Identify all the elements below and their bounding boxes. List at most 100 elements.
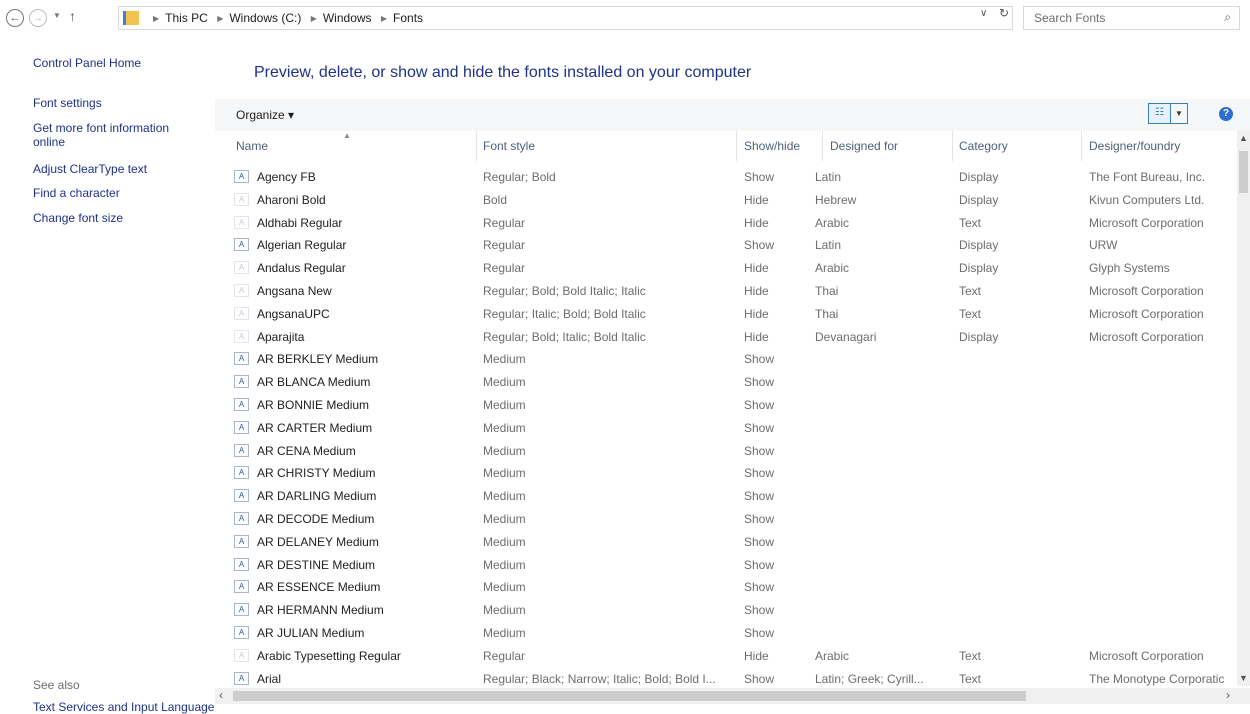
font-row[interactable]: A AR ESSENCE Medium Medium Show — [215, 576, 1237, 599]
column-header-category[interactable]: Category — [959, 139, 1008, 153]
column-header-designer[interactable]: Designer/foundry — [1089, 139, 1180, 153]
font-row[interactable]: A AR BERKLEY Medium Medium Show — [215, 348, 1237, 371]
font-style: Regular — [483, 215, 526, 230]
column-divider[interactable] — [952, 131, 953, 161]
page-heading: Preview, delete, or show and hide the fo… — [254, 64, 752, 81]
scroll-up-icon[interactable]: ▲ — [1239, 133, 1248, 143]
column-header-font-style[interactable]: Font style — [483, 139, 535, 153]
horizontal-scroll-thumb[interactable] — [233, 691, 1026, 701]
scroll-right-icon[interactable]: › — [1226, 688, 1230, 702]
scroll-down-icon[interactable]: ▼ — [1239, 673, 1248, 683]
font-row[interactable]: A AR DARLING Medium Medium Show — [215, 485, 1237, 508]
font-name: AR DESTINE Medium — [257, 557, 376, 572]
breadcrumb-item[interactable]: Windows — [323, 11, 372, 25]
breadcrumb-item[interactable]: Fonts — [393, 11, 423, 25]
font-row[interactable]: A Andalus Regular Regular Hide Arabic Display… — [215, 257, 1237, 280]
forward-arrow-icon[interactable]: → — [29, 9, 47, 27]
search-icon[interactable]: ⌕ — [1224, 10, 1231, 25]
show-hide-status: Show — [744, 420, 775, 435]
font-row[interactable]: A AR JULIAN Medium Medium Show — [215, 622, 1237, 645]
font-name: Aparajita — [257, 329, 305, 344]
command-bar: Organize ▾ ☷ ▼ ? — [215, 99, 1250, 131]
show-hide-status: Show — [744, 534, 775, 549]
font-name: AR ESSENCE Medium — [257, 580, 381, 595]
adjust-cleartype-link[interactable]: Adjust ClearType text — [33, 162, 147, 176]
show-hide-status: Show — [744, 397, 775, 412]
show-hide-status: Hide — [744, 215, 769, 230]
font-row[interactable]: A AR BLANCA Medium Medium Show — [215, 371, 1237, 394]
column-header-show-hide[interactable]: Show/hide — [744, 139, 800, 153]
font-style: Medium — [483, 397, 526, 412]
show-hide-status: Hide — [744, 329, 769, 344]
font-file-icon: A — [234, 420, 249, 434]
font-row[interactable]: A AR DELANEY Medium Medium Show — [215, 531, 1237, 554]
recent-locations-dropdown-icon[interactable]: ▼ — [53, 11, 61, 20]
font-style: Medium — [483, 603, 526, 618]
font-designer: URW — [1089, 238, 1118, 253]
search-placeholder: Search Fonts — [1034, 11, 1106, 25]
help-icon[interactable]: ? — [1219, 107, 1233, 121]
font-row[interactable]: A AR CENA Medium Medium Show — [215, 440, 1237, 463]
show-hide-status: Show — [744, 352, 775, 367]
font-file-icon: A — [234, 261, 249, 275]
breadcrumb-separator-icon[interactable]: ▶ — [311, 14, 317, 23]
column-divider[interactable] — [1081, 131, 1082, 161]
vertical-scroll-thumb[interactable] — [1239, 151, 1248, 193]
font-row[interactable]: A AR HERMANN Medium Medium Show — [215, 599, 1237, 622]
column-divider[interactable] — [476, 131, 477, 161]
font-row[interactable]: A Aldhabi Regular Regular Hide Arabic Text Mic… — [215, 212, 1237, 235]
change-font-size-link[interactable]: Change font size — [33, 211, 123, 225]
more-font-info-link[interactable]: Get more font information online — [33, 121, 203, 149]
font-row[interactable]: A Agency FB Regular; Bold Show Latin Display T… — [215, 166, 1237, 189]
control-panel-home-link[interactable]: Control Panel Home — [33, 56, 141, 70]
show-hide-status: Hide — [744, 192, 769, 207]
font-name: Andalus Regular — [257, 261, 346, 276]
breadcrumb-separator-icon[interactable]: ▶ — [217, 14, 223, 23]
vertical-scrollbar[interactable]: ▲ ▼ — [1237, 131, 1250, 686]
up-arrow-icon[interactable]: ↑ — [69, 8, 76, 24]
address-bar[interactable]: ▶ This PC ▶ Windows (C:) ▶ Windows ▶ Fonts — [118, 6, 1013, 30]
font-row[interactable]: A AR DESTINE Medium Medium Show — [215, 554, 1237, 577]
column-divider[interactable] — [736, 131, 737, 161]
search-input[interactable]: Search Fonts ⌕ — [1023, 6, 1240, 30]
designed-for: Hebrew — [815, 192, 857, 207]
font-row[interactable]: A Arabic Typesetting Regular Regular Hide Ar… — [215, 645, 1237, 668]
font-settings-link[interactable]: Font settings — [33, 96, 102, 110]
font-row[interactable]: A Aparajita Regular; Bold; Italic; Bold It… — [215, 326, 1237, 349]
font-row[interactable]: A AR BONNIE Medium Medium Show — [215, 394, 1237, 417]
column-header-designed-for[interactable]: Designed for — [830, 139, 898, 153]
address-history-dropdown-icon[interactable]: ∨ — [980, 8, 987, 19]
font-row[interactable]: A AngsanaUPC Regular; Italic; Bold; Bold I… — [215, 303, 1237, 326]
text-services-link[interactable]: Text Services and Input Language — [33, 700, 214, 714]
scroll-left-icon[interactable]: ‹ — [219, 688, 223, 702]
font-category: Text — [959, 671, 982, 686]
font-row[interactable]: A Arial Regular; Black; Narrow; Italic; Bo… — [215, 668, 1237, 691]
font-row[interactable]: A Algerian Regular Regular Show Latin Display… — [215, 234, 1237, 257]
breadcrumb-item[interactable]: This PC — [165, 11, 208, 25]
details-view-icon[interactable]: ☷ — [1148, 103, 1171, 124]
horizontal-scrollbar[interactable]: ‹ › — [215, 688, 1250, 704]
column-divider[interactable] — [822, 131, 823, 161]
refresh-icon[interactable]: ↻ — [999, 6, 1009, 20]
font-category: Text — [959, 306, 982, 321]
font-style: Medium — [483, 557, 526, 572]
show-hide-status: Show — [744, 511, 775, 526]
font-row[interactable]: A Angsana New Regular; Bold; Bold Italic; … — [215, 280, 1237, 303]
font-style: Medium — [483, 443, 526, 458]
find-character-link[interactable]: Find a character — [33, 186, 120, 200]
font-name: AR BLANCA Medium — [257, 375, 371, 390]
font-row[interactable]: A Aharoni Bold Bold Hide Hebrew Display Kivun … — [215, 189, 1237, 212]
column-header-name[interactable]: Name — [236, 139, 268, 153]
breadcrumb-separator-icon[interactable]: ▶ — [153, 14, 159, 23]
breadcrumb-separator-icon[interactable]: ▶ — [381, 14, 387, 23]
font-row[interactable]: A AR DECODE Medium Medium Show — [215, 508, 1237, 531]
back-arrow-icon[interactable]: ← — [6, 9, 24, 27]
show-hide-status: Show — [744, 580, 775, 595]
font-style: Medium — [483, 420, 526, 435]
font-row[interactable]: A AR CARTER Medium Medium Show — [215, 417, 1237, 440]
organize-button[interactable]: Organize ▾ — [236, 108, 294, 122]
breadcrumb-item[interactable]: Windows (C:) — [229, 11, 301, 25]
font-row[interactable]: A AR CHRISTY Medium Medium Show — [215, 462, 1237, 485]
font-style: Medium — [483, 534, 526, 549]
view-options-dropdown-icon[interactable]: ▼ — [1171, 103, 1188, 124]
